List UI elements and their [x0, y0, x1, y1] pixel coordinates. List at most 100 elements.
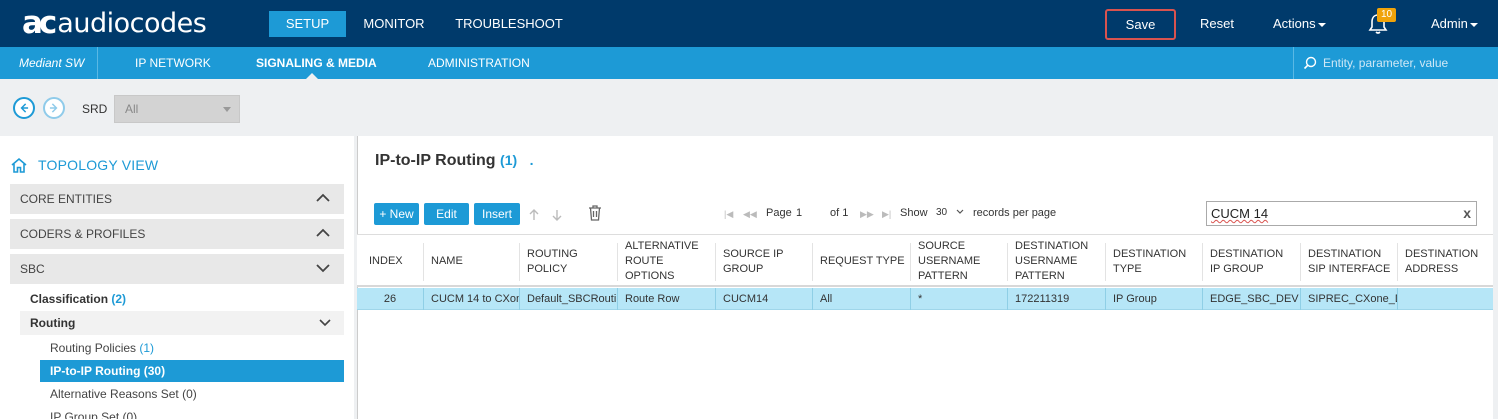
column-header-label: DESTINATION SIP INTERFACE — [1308, 247, 1390, 277]
main-panel: IP-to-IP Routing (1) . + New Edit Insert… — [357, 136, 1493, 419]
section-coders-profiles[interactable]: CODERS & PROFILES — [10, 219, 344, 249]
nav-troubleshoot[interactable]: TROUBLESHOOT — [450, 11, 568, 37]
subnav-administration[interactable]: ADMINISTRATION — [428, 47, 530, 79]
column-header-line: SOURCE IP — [723, 247, 784, 260]
srd-label: SRD — [82, 102, 108, 116]
move-up-icon[interactable] — [529, 209, 539, 221]
clear-filter-icon[interactable]: x — [1463, 202, 1471, 225]
column-header[interactable]: DESTINATION USERNAME PATTERN — [1007, 235, 1105, 288]
table-cell: IP Group — [1113, 293, 1157, 305]
admin-menu[interactable]: Admin — [1431, 11, 1478, 37]
topology-view-link[interactable]: TOPOLOGY VIEW — [10, 155, 158, 175]
subnav-ip-network[interactable]: IP NETWORK — [135, 47, 211, 79]
section-label: CODERS & PROFILES — [20, 227, 146, 241]
search-icon — [1303, 56, 1317, 70]
table-cell: Route Row — [625, 293, 680, 305]
filter-input[interactable]: CUCM 14 x — [1206, 201, 1477, 226]
column-header-line: USERNAME — [1015, 255, 1078, 267]
column-header-line: GROUP — [723, 262, 764, 275]
page-title-count: (1) — [500, 152, 518, 168]
column-separator[interactable] — [1202, 243, 1203, 281]
insert-button[interactable]: Insert — [474, 203, 520, 225]
table-cell: 172211319 — [1015, 293, 1070, 305]
sidebar-item-ip-to-ip-routing[interactable]: IP-to-IP Routing (30) — [40, 360, 344, 382]
classification-count: (2) — [111, 292, 127, 306]
sidebar-item-alternative-reasons-set[interactable]: Alternative Reasons Set (0) — [40, 383, 344, 405]
records-per-page-label: records per page — [973, 207, 1057, 219]
sidebar-item-ip-group-set[interactable]: IP Group Set (0) — [40, 406, 344, 419]
column-header-label: DESTINATION TYPE — [1113, 247, 1186, 277]
column-header-label: DESTINATION USERNAME PATTERN — [1015, 239, 1088, 284]
back-arrow-icon[interactable] — [13, 97, 35, 119]
sidebar-item-routing-policies[interactable]: Routing Policies (1) — [40, 337, 344, 359]
column-header[interactable]: SOURCE USERNAME PATTERN — [910, 235, 1007, 288]
records-per-page-value: 30 — [936, 207, 948, 218]
save-button[interactable]: Save — [1105, 9, 1176, 40]
page-number-input[interactable]: 1 — [796, 207, 802, 219]
global-search[interactable]: Entity, parameter, value — [1293, 47, 1498, 79]
records-per-page-select[interactable]: 30 — [936, 207, 964, 218]
chevron-up-icon — [316, 228, 330, 237]
new-button[interactable]: + New — [374, 203, 419, 225]
page-title-text: IP-to-IP Routing — [375, 152, 496, 169]
column-separator[interactable] — [617, 243, 618, 281]
column-header[interactable]: NAME — [423, 235, 519, 288]
next-page-icon[interactable]: ▶▶ — [860, 209, 874, 220]
nav-setup[interactable]: SETUP — [269, 11, 346, 37]
reset-button[interactable]: Reset — [1200, 11, 1234, 37]
column-header-label: NAME — [431, 254, 463, 269]
move-down-icon[interactable] — [552, 209, 562, 221]
admin-label: Admin — [1431, 16, 1468, 31]
column-separator[interactable] — [1397, 243, 1398, 281]
actions-menu[interactable]: Actions — [1273, 11, 1326, 37]
first-page-icon[interactable]: |◀ — [724, 209, 733, 220]
chevron-down-icon — [1317, 22, 1326, 27]
table-cell: * — [918, 293, 923, 305]
prev-page-icon[interactable]: ◀◀ — [743, 209, 757, 220]
column-header[interactable]: ALTERNATIVE ROUTE OPTIONS — [617, 235, 715, 288]
column-header[interactable]: DESTINATION SIP INTERFACE — [1300, 235, 1397, 288]
table-cell: 26 — [383, 293, 397, 305]
sidebar: TOPOLOGY VIEW CORE ENTITIES CODERS & PRO… — [0, 136, 354, 419]
column-header[interactable]: REQUEST TYPE — [812, 235, 910, 288]
column-header[interactable]: DESTINATION TYPE — [1105, 235, 1202, 288]
table-cell: CUCM 14 to CXone — [431, 293, 519, 305]
active-nav-pointer — [306, 73, 318, 79]
trash-icon[interactable] — [588, 205, 602, 221]
column-separator[interactable] — [910, 243, 911, 281]
column-header-label: ROUTING POLICY — [527, 247, 578, 277]
column-separator[interactable] — [1007, 243, 1008, 281]
column-separator[interactable] — [519, 243, 520, 281]
nav-monitor[interactable]: MONITOR — [357, 11, 431, 37]
sidebar-item-classification[interactable]: Classification (2) — [30, 292, 126, 306]
sidebar-item-routing[interactable]: Routing — [20, 311, 344, 335]
column-header[interactable]: DESTINATION ADDRESS — [1397, 235, 1493, 288]
page-title-dot: . — [529, 152, 534, 168]
column-header-line: DESTINATION — [1308, 247, 1382, 260]
cell-separator — [1007, 288, 1008, 310]
section-sbc[interactable]: SBC — [10, 254, 344, 284]
section-core-entities[interactable]: CORE ENTITIES — [10, 184, 344, 214]
edit-button[interactable]: Edit — [424, 203, 469, 225]
column-separator[interactable] — [1105, 243, 1106, 281]
audiocodes-logo[interactable]: ac audiocodes — [22, 5, 207, 41]
column-separator[interactable] — [423, 243, 424, 281]
column-header-line: ADDRESS — [1405, 262, 1459, 275]
chevron-down-icon — [316, 264, 330, 273]
column-header[interactable]: SOURCE IP GROUP — [715, 235, 812, 288]
show-label: Show — [900, 207, 928, 219]
column-separator[interactable] — [715, 243, 716, 281]
column-header-line: DESTINATION — [1210, 247, 1284, 260]
cell-separator — [617, 288, 618, 310]
column-header[interactable]: INDEX — [357, 235, 423, 288]
notification-badge: 10 — [1377, 8, 1396, 22]
forward-arrow-icon[interactable] — [43, 97, 65, 119]
srd-select[interactable]: All — [114, 95, 240, 123]
last-page-icon[interactable]: ▶| — [882, 209, 891, 220]
column-header[interactable]: ROUTING POLICY — [519, 235, 617, 288]
column-header[interactable]: DESTINATION IP GROUP — [1202, 235, 1300, 288]
column-separator[interactable] — [812, 243, 813, 281]
table-cell: Default_SBCRoutingPolicy — [527, 293, 617, 305]
column-separator[interactable] — [1300, 243, 1301, 281]
table-row[interactable]: 26 CUCM 14 to CXone Default_SBCRoutingPoli… — [357, 288, 1493, 310]
